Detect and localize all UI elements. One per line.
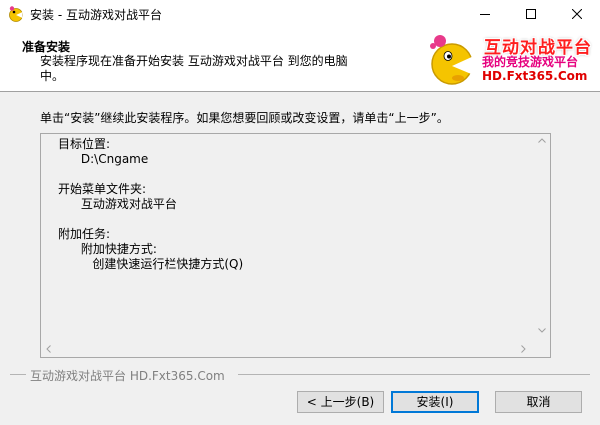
separator-line bbox=[10, 374, 26, 375]
maximize-icon bbox=[526, 9, 536, 19]
close-icon bbox=[572, 9, 582, 19]
back-button[interactable]: < 上一步(B) bbox=[297, 391, 384, 413]
page-description: 安装程序现在准备开始安装 互动游戏对战平台 到您的电脑中。 bbox=[40, 54, 348, 83]
minimize-button[interactable] bbox=[462, 0, 508, 28]
maximize-button[interactable] bbox=[508, 0, 554, 28]
cancel-button[interactable]: 取消 bbox=[495, 391, 582, 413]
vertical-scrollbar[interactable] bbox=[533, 134, 550, 340]
page-title: 准备安装 bbox=[22, 40, 71, 54]
mascot-icon bbox=[430, 35, 476, 85]
logo-url: HD.Fxt365.Com bbox=[482, 69, 588, 83]
window-title: 安装 - 互动游戏对战平台 bbox=[30, 8, 162, 22]
brand-logo: 互动对战平台 我的竞技游戏平台 HD.Fxt365.Com bbox=[420, 28, 600, 91]
minimize-icon bbox=[480, 14, 490, 15]
install-button[interactable]: 安装(I) bbox=[391, 391, 479, 413]
branding-text: 互动游戏对战平台 HD.Fxt365.Com bbox=[30, 369, 225, 383]
summary-text: 目标位置: D:\Cngame 开始菜单文件夹: 互动游戏对战平台 附加任务: … bbox=[58, 137, 244, 271]
scroll-right-icon[interactable] bbox=[521, 345, 526, 353]
scrollbar-corner bbox=[533, 340, 550, 357]
app-icon bbox=[7, 5, 24, 22]
logo-slogan: 我的竞技游戏平台 bbox=[482, 55, 579, 69]
scroll-left-icon[interactable] bbox=[46, 345, 51, 353]
scroll-up-icon[interactable] bbox=[538, 138, 546, 143]
instruction-text: 单击“安装”继续此安装程序。如果您想要回顾或改变设置，请单击“上一步”。 bbox=[40, 111, 449, 125]
wizard-header: 准备安装 安装程序现在准备开始安装 互动游戏对战平台 到您的电脑中。 互动对战平… bbox=[0, 28, 600, 92]
horizontal-scrollbar[interactable] bbox=[41, 340, 533, 357]
close-button[interactable] bbox=[554, 0, 600, 28]
scroll-down-icon[interactable] bbox=[538, 328, 546, 333]
install-summary-memo[interactable]: 目标位置: D:\Cngame 开始菜单文件夹: 互动游戏对战平台 附加任务: … bbox=[40, 133, 551, 358]
title-bar: 安装 - 互动游戏对战平台 bbox=[0, 0, 600, 29]
separator-line bbox=[238, 374, 590, 375]
